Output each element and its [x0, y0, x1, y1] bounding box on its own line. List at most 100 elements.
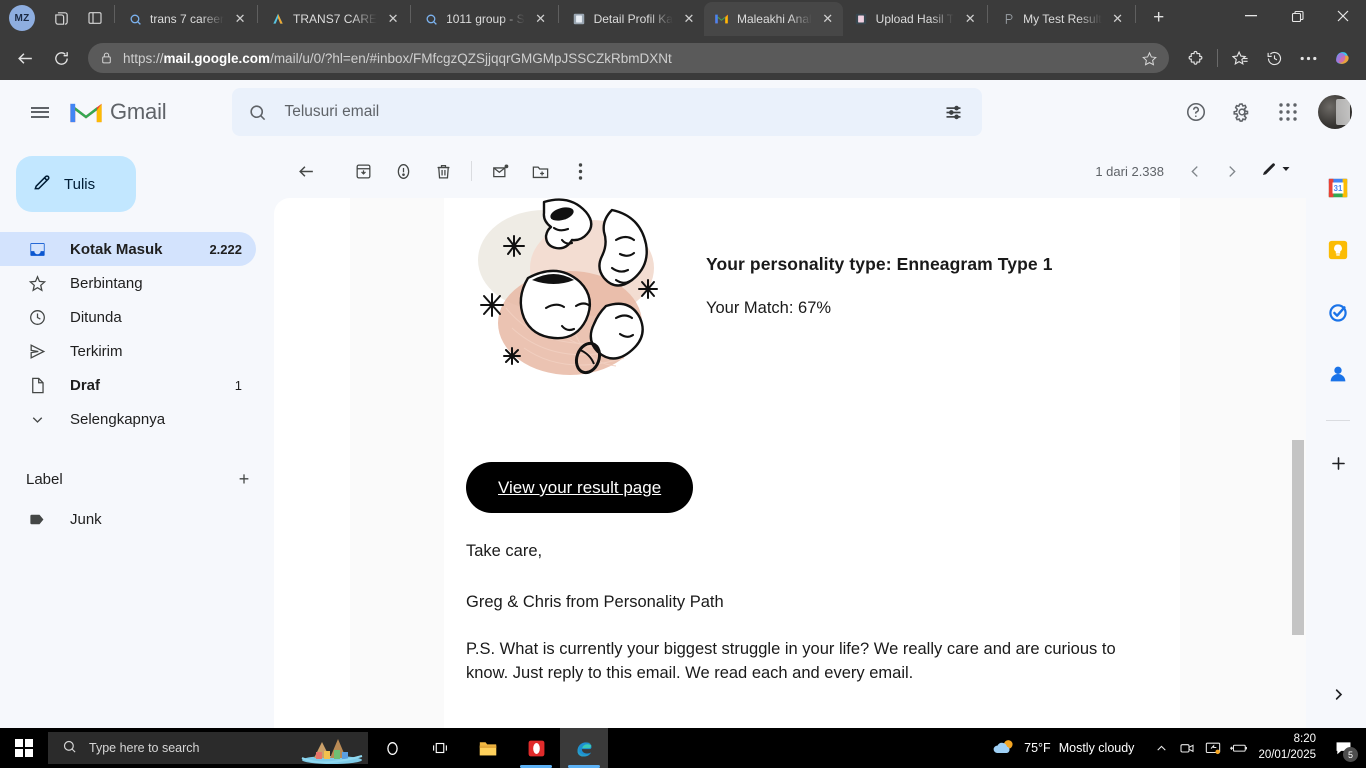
search-bar[interactable] [232, 88, 983, 136]
compose-label: Tulis [64, 175, 96, 193]
sidebar-item-drafts[interactable]: Draf 1 [0, 368, 256, 402]
browser-tab-3[interactable]: Detail Profil Ka ✕ [561, 2, 704, 36]
email-scrollbar-thumb[interactable] [1292, 440, 1304, 635]
add-to-rail-button[interactable] [1318, 443, 1358, 483]
close-icon[interactable]: ✕ [1109, 10, 1127, 28]
close-icon[interactable]: ✕ [961, 10, 979, 28]
sidebar-item-junk[interactable]: Junk [0, 502, 256, 536]
sidebar-item-more[interactable]: Selengkapnya [0, 402, 256, 436]
add-label-button[interactable]: + [232, 469, 256, 490]
close-icon[interactable]: ✕ [231, 10, 249, 28]
google-keep-icon[interactable] [1318, 230, 1358, 270]
clock-date: 20/01/2025 [1258, 749, 1316, 761]
mark-unread-button[interactable] [480, 151, 520, 191]
star-icon[interactable] [1137, 46, 1161, 70]
microsoft-edge-icon[interactable] [560, 728, 608, 768]
reload-icon[interactable] [44, 41, 78, 75]
google-apps-icon[interactable] [1266, 90, 1310, 134]
file-explorer-icon[interactable] [464, 728, 512, 768]
expand-rail-button[interactable] [1322, 678, 1354, 710]
tab-separator [557, 5, 559, 23]
closing-text: Take care, [466, 542, 543, 560]
minimize-button[interactable] [1228, 0, 1274, 32]
sidebar-item-label: Draf [70, 376, 101, 394]
app-icon [571, 11, 587, 27]
archive-button[interactable] [343, 151, 383, 191]
cortana-icon[interactable] [368, 728, 416, 768]
pencil-icon [32, 172, 52, 196]
google-tasks-icon[interactable] [1318, 292, 1358, 332]
sidebar-item-label: Berbintang [70, 274, 143, 292]
more-options-button[interactable] [560, 151, 600, 191]
sidebar-item-count: 2.222 [209, 241, 242, 257]
weather-widget[interactable]: 75°F Mostly cloudy [992, 738, 1134, 759]
next-email-button[interactable] [1214, 154, 1248, 188]
tab-title: TRANS7 CARE [293, 12, 378, 26]
signature-text: Greg & Chris from Personality Path [466, 592, 724, 611]
browser-tab-2[interactable]: 1011 group - S ✕ [413, 2, 556, 36]
maximize-restore-button[interactable] [1274, 0, 1320, 32]
close-window-button[interactable] [1320, 0, 1366, 32]
display-density-button[interactable] [1260, 160, 1292, 183]
previous-email-button[interactable] [1178, 154, 1212, 188]
new-tab-button[interactable]: + [1144, 3, 1174, 33]
view-result-page-button[interactable]: View your result page [466, 462, 694, 513]
browser-tab-1[interactable]: TRANS7 CARE ✕ [260, 2, 408, 36]
browser-tab-6[interactable]: My Test Result ✕ [990, 2, 1132, 36]
browser-tab-5[interactable]: Upload Hasil T ✕ [843, 2, 985, 36]
history-icon[interactable] [1258, 42, 1290, 74]
settings-gear-icon[interactable] [1220, 90, 1264, 134]
windows-start-icon[interactable] [0, 728, 48, 768]
weather-icon [992, 738, 1016, 759]
opera-icon[interactable] [512, 728, 560, 768]
favorites-icon[interactable] [1224, 42, 1256, 74]
copilot-icon[interactable] [1326, 42, 1358, 74]
screen-share-icon[interactable] [1200, 728, 1226, 768]
sidebar-item-snoozed[interactable]: Ditunda [0, 300, 256, 334]
extensions-icon[interactable] [1179, 42, 1211, 74]
sidebar-item-sent[interactable]: Terkirim [0, 334, 256, 368]
sidebar-item-starred[interactable]: Berbintang [0, 266, 256, 300]
task-view-icon[interactable] [416, 728, 464, 768]
show-hidden-icons-chevron[interactable] [1148, 728, 1174, 768]
browser-tab-4-active[interactable]: Maleakhi Anal ✕ [703, 2, 843, 36]
close-icon[interactable]: ✕ [680, 10, 698, 28]
tab-actions-icon[interactable] [78, 0, 112, 36]
search-input[interactable] [284, 103, 933, 121]
url-text: https://mail.google.com/mail/u/0/?hl=en/… [123, 50, 672, 66]
browser-tab-0[interactable]: trans 7 career ✕ [117, 2, 255, 36]
search-options-icon[interactable] [932, 91, 974, 133]
camera-icon[interactable] [1174, 728, 1200, 768]
sidebar-item-label: Junk [70, 510, 102, 528]
google-calendar-icon[interactable]: 31 [1318, 168, 1358, 208]
help-icon[interactable] [1174, 90, 1218, 134]
close-icon[interactable]: ✕ [532, 10, 550, 28]
report-spam-button[interactable] [383, 151, 423, 191]
address-bar[interactable]: https://mail.google.com/mail/u/0/?hl=en/… [88, 43, 1169, 73]
more-options-icon[interactable] [1292, 42, 1324, 74]
tab-title: My Test Result [1023, 12, 1102, 26]
browser-profile-button[interactable]: MZ [0, 0, 44, 36]
delete-button[interactable] [423, 151, 463, 191]
google-contacts-icon[interactable] [1318, 354, 1358, 394]
notifications-icon[interactable]: 5 [1326, 728, 1360, 768]
sidebar-item-inbox[interactable]: Kotak Masuk 2.222 [0, 232, 256, 266]
compose-button[interactable]: Tulis [16, 156, 136, 212]
header-actions [1174, 90, 1366, 134]
google-side-rail: 31 [1310, 144, 1366, 728]
postscript-text: P.S. What is currently your biggest stru… [466, 639, 1116, 683]
back-arrow-icon[interactable] [8, 41, 42, 75]
battery-icon[interactable] [1226, 728, 1252, 768]
close-icon[interactable]: ✕ [384, 10, 402, 28]
close-icon[interactable]: ✕ [819, 10, 837, 28]
gmail-wordmark: Gmail [110, 99, 167, 124]
taskbar-clock[interactable]: 8:20 20/01/2025 [1258, 732, 1316, 763]
search-icon [62, 739, 77, 757]
back-to-inbox-button[interactable] [286, 151, 326, 191]
move-to-folder-button[interactable] [520, 151, 560, 191]
email-hero-text: Your personality type: Enneagram Type 1 … [706, 254, 1156, 318]
workspaces-icon[interactable] [44, 0, 78, 36]
hamburger-menu-icon[interactable] [16, 88, 64, 136]
taskbar-search-box[interactable]: Type here to search [48, 732, 368, 764]
avatar[interactable] [1318, 95, 1352, 129]
